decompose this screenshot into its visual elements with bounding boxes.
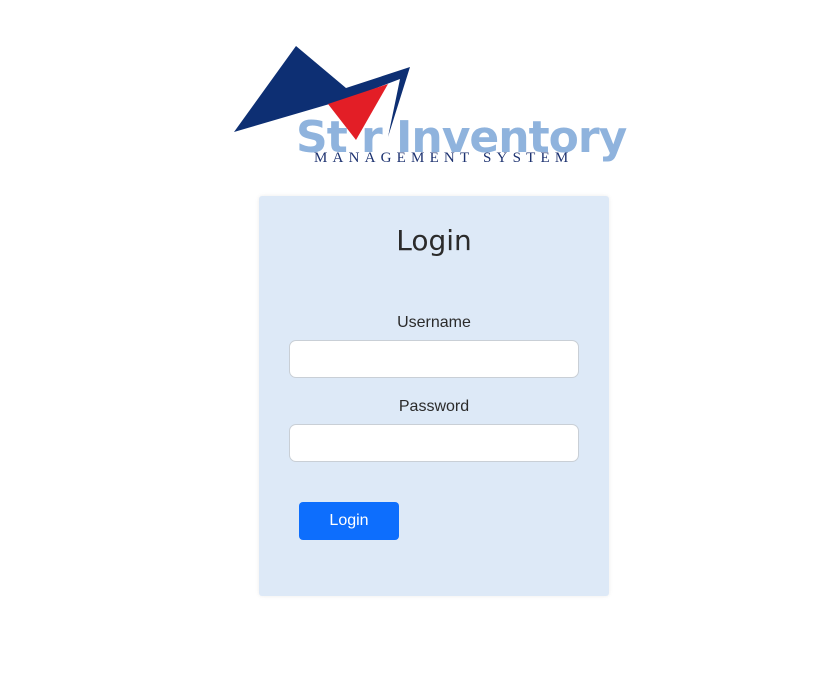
password-label: Password [398, 398, 470, 415]
password-input[interactable] [289, 424, 579, 462]
login-card: Login Username Password Login [259, 196, 609, 596]
login-button[interactable]: Login [299, 502, 399, 540]
logo-graphic: St r Inventory MANAGEMENT SYSTEM [234, 46, 628, 166]
username-input[interactable] [289, 340, 579, 378]
star-inventory-logo: St r Inventory MANAGEMENT SYSTEM [230, 42, 630, 168]
login-page: St r Inventory MANAGEMENT SYSTEM Login U… [0, 0, 828, 678]
login-title: Login [396, 224, 472, 257]
username-label: Username [397, 314, 471, 331]
logo-tagline: MANAGEMENT SYSTEM [314, 150, 573, 166]
